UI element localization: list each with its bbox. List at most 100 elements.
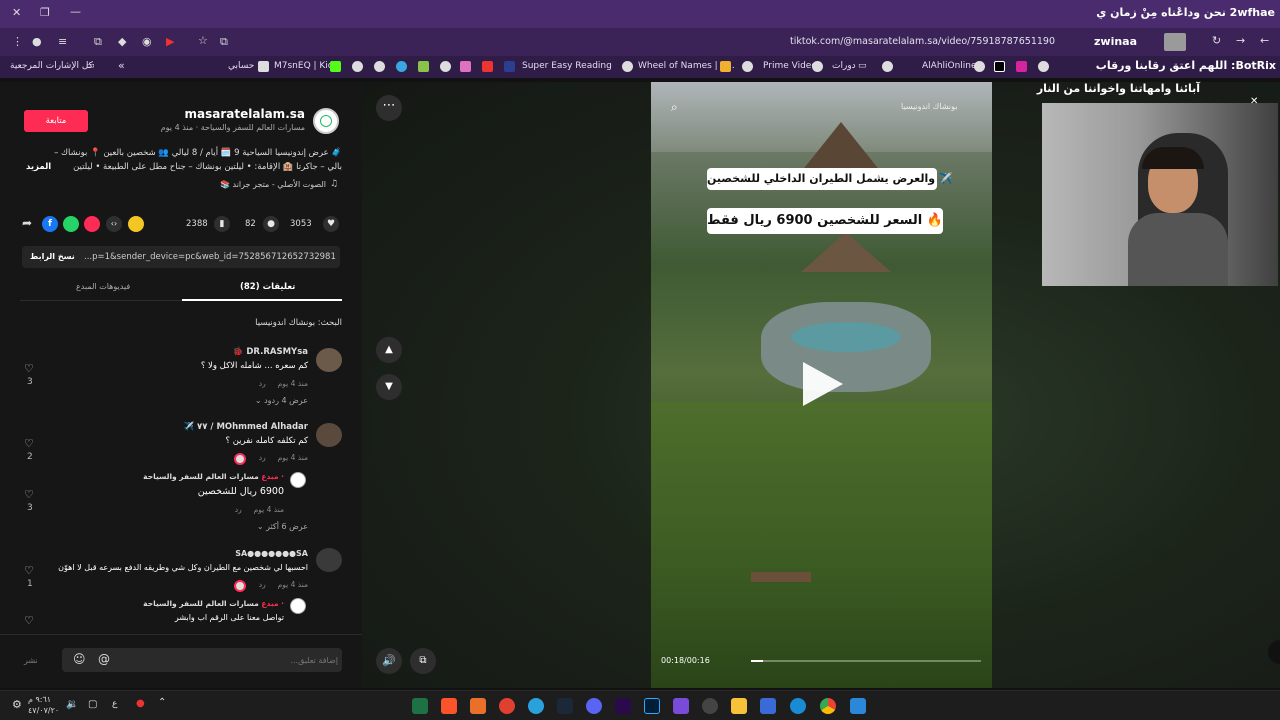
comment-like-icon[interactable]: ♡ (24, 564, 34, 577)
reload-icon[interactable]: ↻ (1212, 34, 1221, 47)
comment-author[interactable]: DR.RASMYsa 🐞 (150, 347, 308, 357)
app-icon[interactable] (499, 698, 515, 714)
avatar[interactable] (316, 423, 342, 447)
bookmark-account[interactable]: حسابي (228, 61, 254, 71)
app-icon[interactable] (702, 698, 718, 714)
file-explorer-icon[interactable] (731, 698, 747, 714)
search-icon[interactable]: ⌕ (671, 100, 678, 115)
comment-author[interactable]: SA●●●●●●●SA (150, 549, 308, 558)
comment-meta[interactable]: منذ 4 يوم رد (200, 453, 308, 462)
restore-window-icon[interactable]: ❐ (40, 6, 50, 19)
embed-icon[interactable]: ‹› (106, 216, 122, 232)
edge-icon[interactable] (790, 698, 806, 714)
mention-icon[interactable]: @ (98, 652, 110, 666)
minimize-window-icon[interactable]: — (70, 5, 81, 18)
view-more-replies-button[interactable]: عرض 6 أكثر ⌄ (200, 522, 308, 531)
tab-comments[interactable]: تعليقات (82) (240, 282, 295, 292)
bookmark-alahli[interactable]: AlAhliOnline (922, 61, 977, 71)
extension-icon[interactable]: ● (32, 35, 42, 48)
bookmark-all[interactable]: كل الإشارات المرجعية (10, 61, 93, 71)
video-link-field[interactable]: ...p=1&sender_device=pc&web_id=752856712… (84, 252, 336, 262)
url-field[interactable]: tiktok.com/@masaratelalam.sa/video/75918… (790, 36, 1055, 47)
music-label[interactable]: الصوت الأصلي - متجر جراند 📚 (200, 180, 326, 189)
copy-link-button[interactable]: نسخ الرابط (30, 252, 75, 261)
follow-button[interactable]: متابعة (24, 110, 88, 132)
comment-like-icon[interactable]: ♡ (24, 362, 34, 375)
sort-icon[interactable]: ≡ (58, 35, 67, 48)
whatsapp-icon[interactable] (63, 216, 79, 232)
premiere-icon[interactable] (615, 698, 631, 714)
next-video-icon[interactable]: ▼ (376, 374, 402, 400)
facebook-icon[interactable]: f (42, 216, 58, 232)
close-overlay-icon: ✕ (1250, 96, 1259, 107)
avatar[interactable] (316, 348, 342, 372)
copy-icon[interactable]: ⧉ (220, 35, 228, 49)
comment-author[interactable]: · مبدع مسارات العالم للسفر والسياحة (140, 472, 284, 481)
creator-username[interactable]: masaratelalam.sa (150, 107, 305, 121)
view-replies-button[interactable]: عرض 4 ردود ⌄ (200, 396, 308, 405)
comment-meta[interactable]: منذ 4 يوم رد (200, 580, 308, 589)
forward-icon[interactable]: → (1236, 34, 1245, 47)
speaker-icon[interactable]: 🔉 (66, 699, 78, 710)
comment-like-icon[interactable]: ♡ (24, 614, 34, 627)
shield-icon[interactable]: ◆ (118, 35, 126, 48)
youtube-icon[interactable]: ▶ (166, 35, 174, 48)
bookmark-kick[interactable]: M7snEQ | Kick (274, 61, 338, 71)
input-language[interactable]: ع (112, 699, 117, 709)
progress-track[interactable] (751, 660, 981, 662)
discord-icon[interactable] (586, 698, 602, 714)
back-icon[interactable]: ← (1260, 34, 1269, 47)
coin-icon[interactable] (128, 216, 144, 232)
more-options-icon[interactable]: ⋯ (376, 95, 402, 121)
wifi-icon[interactable]: ▢ (88, 699, 97, 710)
emoji-icon[interactable]: ☺ (73, 652, 86, 666)
comment-icon[interactable]: ● (263, 216, 279, 232)
store-icon[interactable] (760, 698, 776, 714)
comment-like-icon[interactable]: ♡ (24, 437, 34, 450)
close-window-icon[interactable]: ✕ (12, 6, 21, 19)
comment-author[interactable]: · مبدع مسارات العالم للسفر والسياحة (140, 599, 284, 608)
picture-in-picture-icon[interactable]: ⧉ (410, 648, 436, 674)
like-icon[interactable]: ♥ (323, 216, 339, 232)
comment-input[interactable] (120, 650, 338, 670)
avatar[interactable] (316, 548, 342, 572)
comment-count: 82 (245, 219, 256, 229)
previous-video-icon[interactable]: ▲ (376, 337, 402, 363)
volume-icon[interactable]: 🔊 (376, 648, 402, 674)
windows-start-icon[interactable] (850, 698, 866, 714)
app-icon[interactable] (673, 698, 689, 714)
video-player[interactable]: ⌕ بونشاك اندونيسيا والعرض يشمل الطيران ا… (651, 82, 992, 688)
send-icon[interactable] (84, 216, 100, 232)
profile-icon[interactable]: ◉ (142, 35, 152, 48)
steam-icon[interactable] (557, 698, 573, 714)
network-icon[interactable]: ⚙ (12, 698, 22, 711)
chevron-left-icon[interactable]: « (118, 59, 125, 72)
tab-creator-videos[interactable]: فيديوهات المبدع (76, 282, 130, 291)
puzzle-icon[interactable]: ⧉ (94, 35, 102, 49)
share-icon[interactable]: ➦ (22, 216, 32, 230)
tray-expand-icon[interactable]: ⌃ (158, 697, 166, 708)
brave-icon[interactable] (441, 698, 457, 714)
comment-meta[interactable]: منذ 4 يوم رد (200, 505, 284, 514)
bookmark-icon[interactable]: ▮ (214, 216, 230, 232)
microphone-icon[interactable]: ● (136, 698, 145, 709)
comment-meta[interactable]: منذ 4 يوم رد (200, 379, 308, 388)
bookmark-prime[interactable]: Prime Video (763, 61, 817, 71)
telegram-icon[interactable] (528, 698, 544, 714)
post-comment-button[interactable]: نشر (24, 656, 38, 665)
photoshop-icon[interactable] (644, 698, 660, 714)
bookmark-courses[interactable]: دورات (832, 61, 856, 71)
creator-avatar[interactable] (313, 108, 339, 134)
menu-icon[interactable]: ⋮ (12, 35, 23, 48)
comment-author[interactable]: MOhmmed Alhadar / ٧٧ ✈️ (140, 422, 308, 432)
more-link[interactable]: المزيد (26, 160, 51, 174)
bookmark-star-icon[interactable]: ☆ (198, 34, 208, 47)
excel-icon[interactable] (412, 698, 428, 714)
avatar[interactable] (290, 598, 306, 614)
chrome-icon[interactable] (820, 698, 836, 714)
bookmark-easy-reading[interactable]: Super Easy Reading (522, 61, 612, 71)
search-suggestion[interactable]: البحث: بونشاك اندونيسيا (150, 318, 342, 328)
app-icon[interactable] (470, 698, 486, 714)
comment-like-icon[interactable]: ♡ (24, 488, 34, 501)
avatar[interactable] (290, 472, 306, 488)
